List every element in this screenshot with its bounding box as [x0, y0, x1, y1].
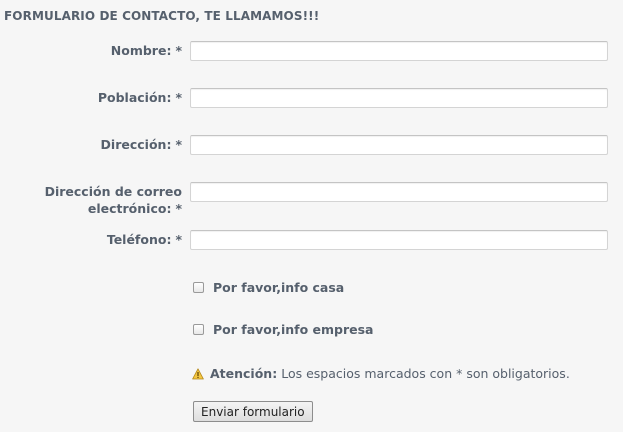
direccion-input[interactable]	[190, 135, 608, 155]
email-label: Dirección de correo electrónico: *	[2, 183, 182, 217]
poblacion-label-text: Población:	[97, 90, 172, 105]
nombre-input[interactable]	[190, 41, 608, 61]
poblacion-input[interactable]	[190, 88, 608, 108]
email-label-line1: Dirección de correo	[44, 184, 182, 199]
submit-button[interactable]: Enviar formulario	[193, 401, 313, 422]
info-casa-checkbox[interactable]	[193, 281, 204, 293]
nombre-label-text: Nombre:	[110, 43, 172, 58]
telefono-label-text: Teléfono:	[106, 232, 172, 247]
required-marker: *	[175, 232, 182, 247]
direccion-label: Dirección: *	[101, 136, 182, 153]
notice-heading: Atención:	[210, 366, 278, 381]
required-marker: *	[175, 90, 182, 105]
telefono-input[interactable]	[190, 230, 608, 250]
poblacion-label: Población: *	[98, 89, 182, 106]
telefono-label: Teléfono: *	[107, 231, 182, 248]
required-marker: *	[175, 137, 182, 152]
email-label-line2: electrónico:	[87, 201, 172, 216]
nombre-label: Nombre: *	[111, 42, 182, 59]
email-input[interactable]	[190, 182, 608, 202]
info-casa-label[interactable]: Por favor,info casa	[213, 280, 344, 295]
required-marker: *	[175, 201, 182, 216]
direccion-label-text: Dirección:	[100, 137, 172, 152]
warning-icon	[192, 367, 204, 380]
notice-text: Los espacios marcados con * son obligato…	[281, 366, 570, 381]
info-casa-option[interactable]: Por favor,info casa	[193, 279, 344, 295]
required-marker: *	[175, 43, 182, 58]
info-empresa-checkbox[interactable]	[193, 323, 204, 335]
info-empresa-label[interactable]: Por favor,info empresa	[213, 322, 373, 337]
form-title: FORMULARIO DE CONTACTO, TE LLAMAMOS!!!	[4, 9, 320, 23]
info-empresa-option[interactable]: Por favor,info empresa	[193, 321, 373, 337]
required-notice: Atención: Los espacios marcados con * so…	[192, 366, 570, 381]
